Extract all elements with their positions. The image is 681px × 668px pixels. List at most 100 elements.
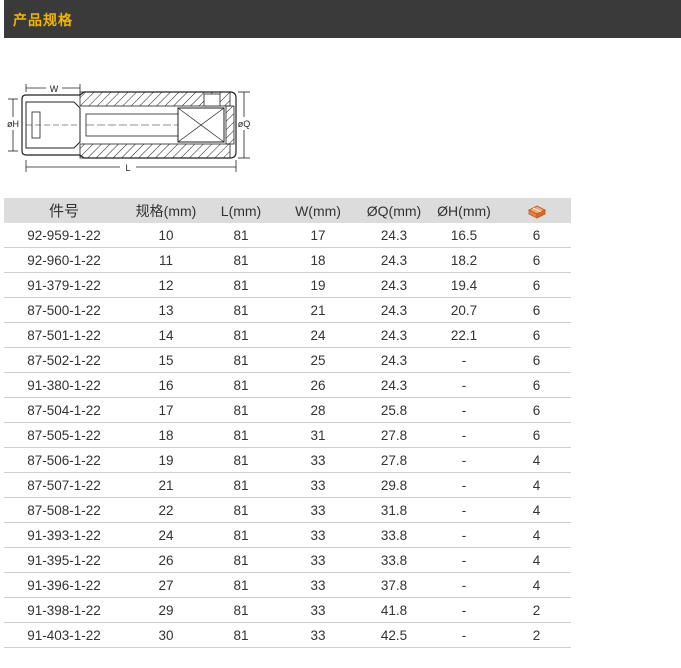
cell-length: 81 <box>208 247 274 273</box>
cell-pack-qty: 4 <box>502 472 571 498</box>
cell-width: 28 <box>274 397 362 423</box>
cell-part-number: 91-380-1-22 <box>4 372 124 398</box>
table-row: 92-959-1-22 10 81 17 24.3 16.5 6 <box>4 223 571 248</box>
table-row: 87-506-1-22 19 81 33 27.8-4 <box>4 447 571 473</box>
cell-pack-qty: 4 <box>502 547 571 573</box>
table-row: 87-508-1-22 22 81 33 31.8-4 <box>4 497 571 523</box>
col-pack-qty <box>502 198 571 223</box>
col-q-diameter: ØQ(mm) <box>362 198 426 223</box>
cell-width: 17 <box>274 223 362 248</box>
cell-part-number: 87-508-1-22 <box>4 497 124 523</box>
table-row: 87-501-1-22 14 81 24 24.3 22.1 6 <box>4 322 571 348</box>
cell-part-number: 91-396-1-22 <box>4 572 124 598</box>
cell-h-diameter: - <box>426 547 502 573</box>
cell-size: 27 <box>124 572 208 598</box>
cell-h-diameter: - <box>426 447 502 473</box>
col-length: L(mm) <box>208 198 274 223</box>
cell-length: 81 <box>208 622 274 648</box>
table-row: 92-960-1-22 11 81 18 24.3 18.2 6 <box>4 247 571 273</box>
cell-length: 81 <box>208 422 274 448</box>
cell-pack-qty: 6 <box>502 247 571 273</box>
cell-part-number: 91-379-1-22 <box>4 272 124 298</box>
cell-q-diameter: 24.3 <box>362 347 426 373</box>
cell-width: 25 <box>274 347 362 373</box>
cell-width: 33 <box>274 622 362 648</box>
cell-q-diameter: 33.8 <box>362 547 426 573</box>
cell-size: 11 <box>124 247 208 273</box>
cell-part-number: 91-398-1-22 <box>4 597 124 623</box>
cell-part-number: 87-504-1-22 <box>4 397 124 423</box>
cell-part-number: 87-502-1-22 <box>4 347 124 373</box>
cell-width: 33 <box>274 522 362 548</box>
cell-length: 81 <box>208 272 274 298</box>
cell-pack-qty: 4 <box>502 572 571 598</box>
cell-size: 13 <box>124 297 208 323</box>
col-width: W(mm) <box>274 198 362 223</box>
cell-h-diameter: - <box>426 497 502 523</box>
cell-q-diameter: 24.3 <box>362 223 426 248</box>
cell-q-diameter: 29.8 <box>362 472 426 498</box>
cell-h-diameter: - <box>426 622 502 648</box>
cell-pack-qty: 4 <box>502 447 571 473</box>
cell-h-diameter: 16.5 <box>426 223 502 248</box>
cell-h-diameter: 20.7 <box>426 297 502 323</box>
table-row: 91-393-1-22 24 81 33 33.8-4 <box>4 522 571 548</box>
cell-width: 33 <box>274 472 362 498</box>
cell-width: 31 <box>274 422 362 448</box>
cell-size: 21 <box>124 472 208 498</box>
cell-length: 81 <box>208 447 274 473</box>
cell-q-diameter: 24.3 <box>362 297 426 323</box>
cell-pack-qty: 6 <box>502 322 571 348</box>
cell-size: 10 <box>124 223 208 248</box>
cell-part-number: 91-393-1-22 <box>4 522 124 548</box>
cell-pack-qty: 2 <box>502 622 571 648</box>
cell-q-diameter: 27.8 <box>362 422 426 448</box>
table-row: 87-502-1-22 15 81 25 24.3-6 <box>4 347 571 373</box>
cell-length: 81 <box>208 472 274 498</box>
cell-length: 81 <box>208 372 274 398</box>
box-icon <box>527 205 546 219</box>
cell-length: 81 <box>208 497 274 523</box>
cell-size: 16 <box>124 372 208 398</box>
cell-width: 24 <box>274 322 362 348</box>
col-size: 规格(mm) <box>124 198 208 223</box>
cell-length: 81 <box>208 322 274 348</box>
cell-width: 33 <box>274 497 362 523</box>
cell-h-diameter: - <box>426 597 502 623</box>
cell-part-number: 92-960-1-22 <box>4 247 124 273</box>
cell-part-number: 92-959-1-22 <box>4 223 124 248</box>
cell-size: 17 <box>124 397 208 423</box>
cell-q-diameter: 24.3 <box>362 272 426 298</box>
table-row: 91-379-1-22 12 81 19 24.3 19.4 6 <box>4 272 571 298</box>
section-title: 产品规格 <box>13 12 73 28</box>
cell-length: 81 <box>208 347 274 373</box>
table-row: 87-500-1-22 13 81 21 24.3 20.7 6 <box>4 297 571 323</box>
cell-length: 81 <box>208 397 274 423</box>
cell-width: 33 <box>274 447 362 473</box>
cell-pack-qty: 2 <box>502 597 571 623</box>
cell-h-diameter: 22.1 <box>426 322 502 348</box>
cell-pack-qty: 6 <box>502 347 571 373</box>
cell-width: 18 <box>274 247 362 273</box>
cell-part-number: 87-500-1-22 <box>4 297 124 323</box>
cell-pack-qty: 6 <box>502 372 571 398</box>
cell-q-diameter: 33.8 <box>362 522 426 548</box>
cell-pack-qty: 6 <box>502 297 571 323</box>
cell-h-diameter: 18.2 <box>426 247 502 273</box>
cell-h-diameter: - <box>426 397 502 423</box>
cell-part-number: 87-501-1-22 <box>4 322 124 348</box>
dim-h-label: øH <box>7 119 19 129</box>
cell-size: 14 <box>124 322 208 348</box>
cell-width: 19 <box>274 272 362 298</box>
cell-part-number: 87-506-1-22 <box>4 447 124 473</box>
cell-part-number: 91-395-1-22 <box>4 547 124 573</box>
table-row: 91-395-1-22 26 81 33 33.8-4 <box>4 547 571 573</box>
cell-pack-qty: 6 <box>502 422 571 448</box>
dim-l-label: L <box>125 163 130 173</box>
cell-q-diameter: 31.8 <box>362 497 426 523</box>
table-header-row: 件号 规格(mm) L(mm) W(mm) ØQ(mm) ØH(mm) <box>4 198 571 223</box>
cell-q-diameter: 24.3 <box>362 372 426 398</box>
dim-w-label: W <box>50 84 59 94</box>
cell-h-diameter: - <box>426 347 502 373</box>
cell-part-number: 91-403-1-22 <box>4 622 124 648</box>
